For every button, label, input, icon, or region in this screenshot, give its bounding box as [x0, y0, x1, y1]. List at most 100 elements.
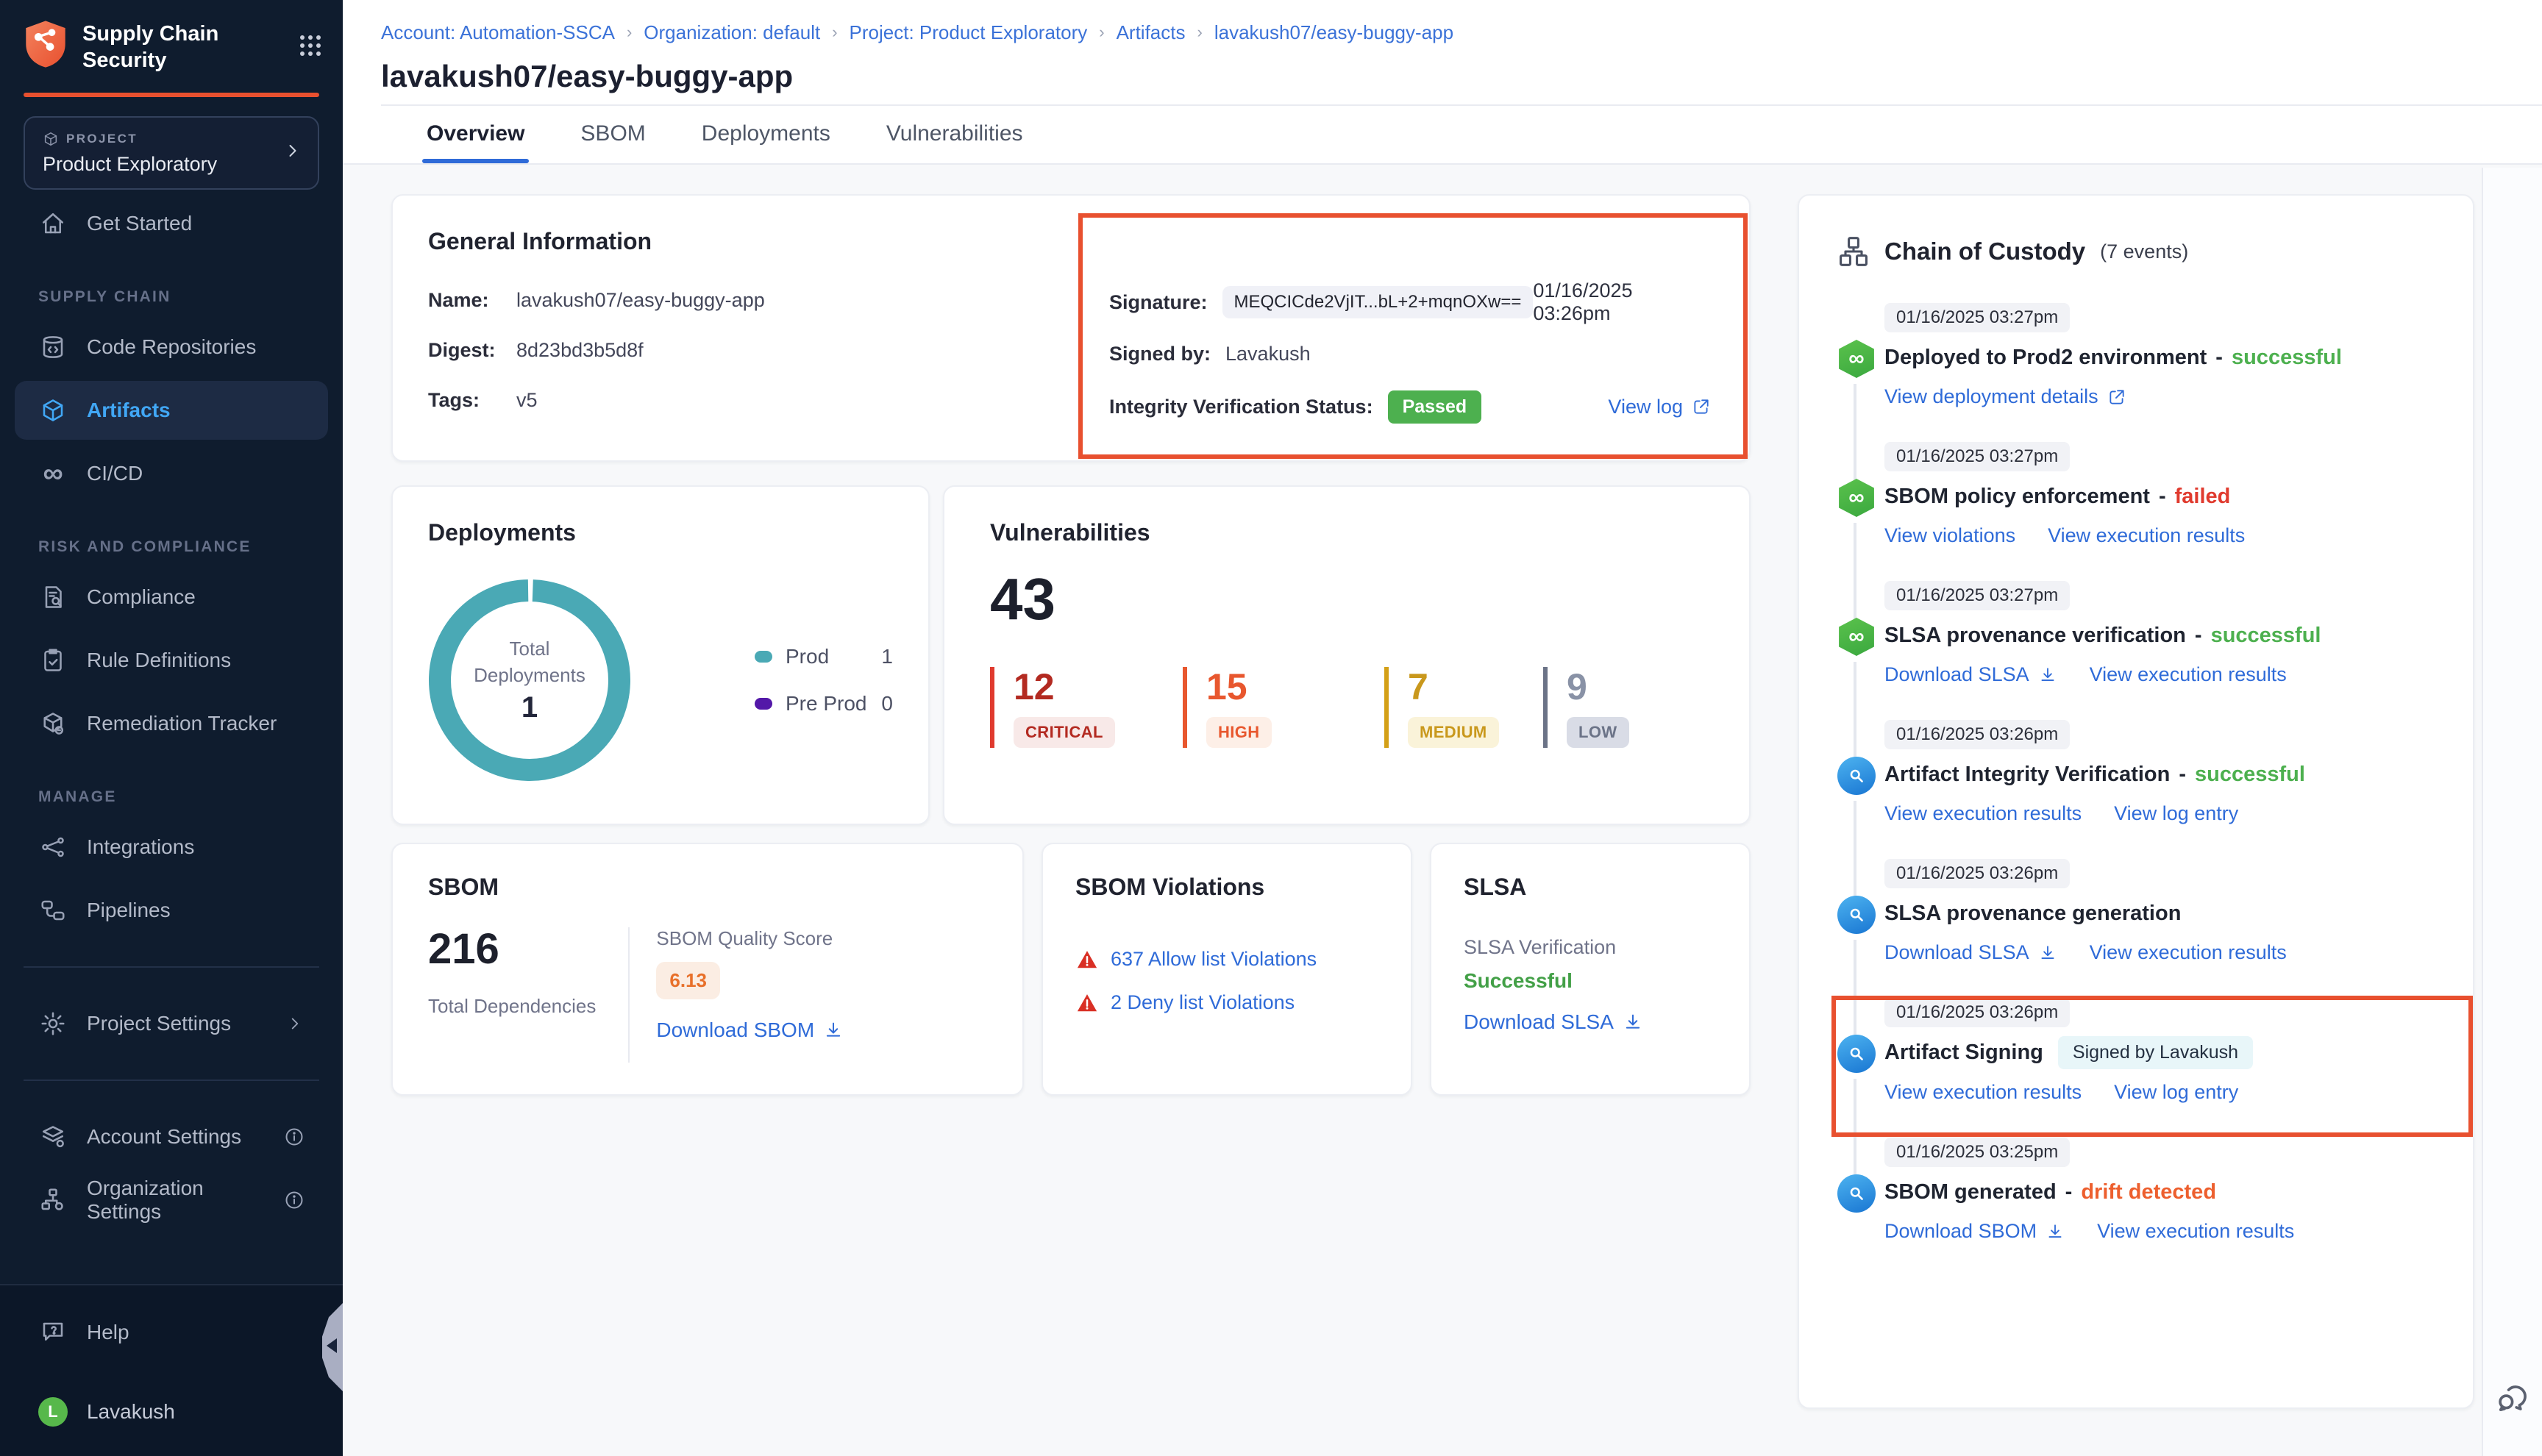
event-title: Artifact Signing	[1884, 1041, 2043, 1065]
view-execution-results-link[interactable]: View execution results	[1884, 1081, 2082, 1104]
view-log-link[interactable]: View log	[1608, 396, 1711, 418]
compliance-doc-icon	[38, 582, 68, 612]
page-title: lavakush07/easy-buggy-app	[381, 59, 2542, 104]
chain-of-custody-header: Chain of Custody (7 events)	[1837, 234, 2440, 269]
clipboard-check-icon	[38, 646, 68, 675]
brand-title: Supply ChainSecurity	[82, 21, 284, 74]
event-timestamp: 01/16/2025 03:27pm	[1884, 303, 2070, 332]
breadcrumb-account[interactable]: Account: Automation-SSCA	[381, 21, 615, 44]
download-slsa-link[interactable]: Download SLSA	[1464, 1010, 1643, 1034]
vulnerabilities-total: 43	[990, 567, 1714, 632]
sbom-total-block: 216 Total Dependencies	[428, 927, 596, 1063]
chain-of-custody-timeline: ∞ 01/16/2025 03:27pm Deployed to Prod2 e…	[1837, 301, 2440, 1275]
chain-of-custody-card: Chain of Custody (7 events) ∞ 01/16/2025…	[1798, 194, 2474, 1409]
event-title: SBOM policy enforcement	[1884, 485, 2150, 509]
sbom-violations-card: SBOM Violations 637 Allow list Violation…	[1042, 843, 1412, 1096]
severity-low: 9 LOW	[1543, 667, 1629, 748]
download-icon	[2038, 943, 2057, 963]
event-title: Artifact Integrity Verification	[1884, 763, 2170, 787]
sidebar-item-code-repositories[interactable]: Code Repositories	[15, 318, 328, 377]
download-sbom-link[interactable]: Download SBOM	[656, 1018, 844, 1042]
download-icon	[1623, 1012, 1643, 1032]
view-execution-results-link[interactable]: View execution results	[2090, 663, 2287, 686]
severity-medium: 7 MEDIUM	[1384, 667, 1543, 748]
timeline-event: 01/16/2025 03:26pm SLSA provenance gener…	[1837, 857, 2440, 996]
sidebar-item-compliance[interactable]: Compliance	[15, 568, 328, 627]
deny-list-violations-link[interactable]: 2 Deny list Violations	[1111, 991, 1295, 1014]
download-icon	[2046, 1222, 2065, 1241]
sidebar-item-cicd[interactable]: ∞ CI/CD	[15, 444, 328, 503]
slsa-verification-label: SLSA Verification	[1464, 936, 1720, 959]
signed-by-badge: Signed by Lavakush	[2058, 1036, 2253, 1069]
view-execution-results-link[interactable]: View execution results	[1884, 802, 2082, 825]
legend-item-prod: Prod 1	[755, 645, 893, 668]
page-header: Account: Automation-SSCA › Organization:…	[343, 0, 2542, 106]
chevron-right-icon	[282, 140, 303, 167]
tab-bar: Overview SBOM Deployments Vulnerabilitie…	[343, 106, 2542, 165]
sidebar-item-get-started[interactable]: Get Started	[15, 194, 328, 253]
chain-of-custody-icon	[1837, 235, 1870, 268]
field-signed-by: Signed by: Lavakush	[1109, 339, 1711, 368]
deny-list-violations-row: 2 Deny list Violations	[1075, 991, 1381, 1014]
scan-event-icon	[1837, 757, 1876, 795]
download-sbom-link[interactable]: Download SBOM	[1884, 1220, 2065, 1243]
info-icon	[284, 1127, 305, 1147]
sbom-quality-block: SBOM Quality Score 6.13 Download SBOM	[656, 927, 844, 1063]
avatar: L	[38, 1397, 68, 1427]
field-digest: Digest: 8d23bd3b5d8f	[428, 335, 1061, 365]
event-timestamp: 01/16/2025 03:25pm	[1884, 1138, 2070, 1167]
download-slsa-link[interactable]: Download SLSA	[1884, 941, 2057, 964]
timeline-event: ∞ 01/16/2025 03:27pm Deployed to Prod2 e…	[1837, 301, 2440, 440]
view-execution-results-link[interactable]: View execution results	[2097, 1220, 2294, 1243]
general-info-fields: Name: lavakush07/easy-buggy-app Digest: …	[428, 285, 1061, 435]
breadcrumb-current[interactable]: lavakush07/easy-buggy-app	[1214, 21, 1453, 44]
tab-overview[interactable]: Overview	[427, 106, 524, 163]
pipelines-icon	[38, 896, 68, 925]
view-log-entry-link[interactable]: View log entry	[2114, 1081, 2238, 1104]
sbom-total-value: 216	[428, 927, 596, 971]
view-violations-link[interactable]: View violations	[1884, 524, 2015, 547]
breadcrumb-organization[interactable]: Organization: default	[644, 21, 820, 44]
sidebar-item-organization-settings[interactable]: Organization Settings	[15, 1171, 328, 1230]
view-deployment-details-link[interactable]: View deployment details	[1884, 385, 2126, 408]
breadcrumb-artifacts[interactable]: Artifacts	[1117, 21, 1186, 44]
sidebar-item-remediation-tracker[interactable]: Remediation Tracker	[15, 694, 328, 753]
breadcrumb-project[interactable]: Project: Product Exploratory	[850, 21, 1088, 44]
card-title: Vulnerabilities	[990, 519, 1714, 546]
project-label: PROJECT	[43, 131, 282, 147]
breadcrumb-separator: ›	[832, 23, 837, 42]
brand: Supply ChainSecurity	[0, 0, 343, 93]
section-label-risk-compliance: RISK AND COMPLIANCE	[0, 538, 343, 556]
signature-timestamp: 01/16/2025 03:26pm	[1533, 279, 1711, 325]
view-execution-results-link[interactable]: View execution results	[2048, 524, 2245, 547]
chat-support-icon[interactable]	[2493, 1380, 2532, 1418]
tab-deployments[interactable]: Deployments	[702, 106, 830, 163]
event-status: successful	[2232, 346, 2342, 370]
view-log-entry-link[interactable]: View log entry	[2114, 802, 2238, 825]
legend-dot-prod	[755, 651, 772, 663]
event-title: Deployed to Prod2 environment	[1884, 346, 2207, 370]
sidebar-item-integrations[interactable]: Integrations	[15, 818, 328, 877]
sidebar-item-rule-definitions[interactable]: Rule Definitions	[15, 631, 328, 690]
app-grid-icon[interactable]	[299, 34, 322, 63]
sidebar-item-project-settings[interactable]: Project Settings	[15, 994, 328, 1053]
pipeline-event-icon: ∞	[1837, 340, 1876, 378]
tab-sbom[interactable]: SBOM	[580, 106, 645, 163]
project-selector[interactable]: PROJECT Product Exploratory	[24, 116, 319, 190]
sidebar-item-artifacts[interactable]: Artifacts	[15, 381, 328, 440]
card-title: Deployments	[428, 519, 893, 546]
tab-vulnerabilities[interactable]: Vulnerabilities	[886, 106, 1023, 163]
infinity-icon: ∞	[38, 459, 68, 488]
pipeline-event-icon: ∞	[1837, 618, 1876, 656]
view-execution-results-link[interactable]: View execution results	[2090, 941, 2287, 964]
user-menu[interactable]: L Lavakush	[15, 1382, 328, 1441]
external-link-icon	[1692, 397, 1711, 416]
signature-section: Signature: MEQCICde2VjIT...bL+2+mqnOXw==…	[1109, 285, 1711, 435]
download-slsa-link[interactable]: Download SLSA	[1884, 663, 2057, 686]
breadcrumb-separator: ›	[1099, 23, 1104, 42]
sidebar-item-pipelines[interactable]: Pipelines	[15, 881, 328, 940]
events-count: (7 events)	[2100, 240, 2188, 263]
sidebar-item-help[interactable]: Help	[15, 1303, 328, 1362]
allow-list-violations-link[interactable]: 637 Allow list Violations	[1111, 948, 1317, 971]
sidebar-item-account-settings[interactable]: Account Settings	[15, 1107, 328, 1166]
